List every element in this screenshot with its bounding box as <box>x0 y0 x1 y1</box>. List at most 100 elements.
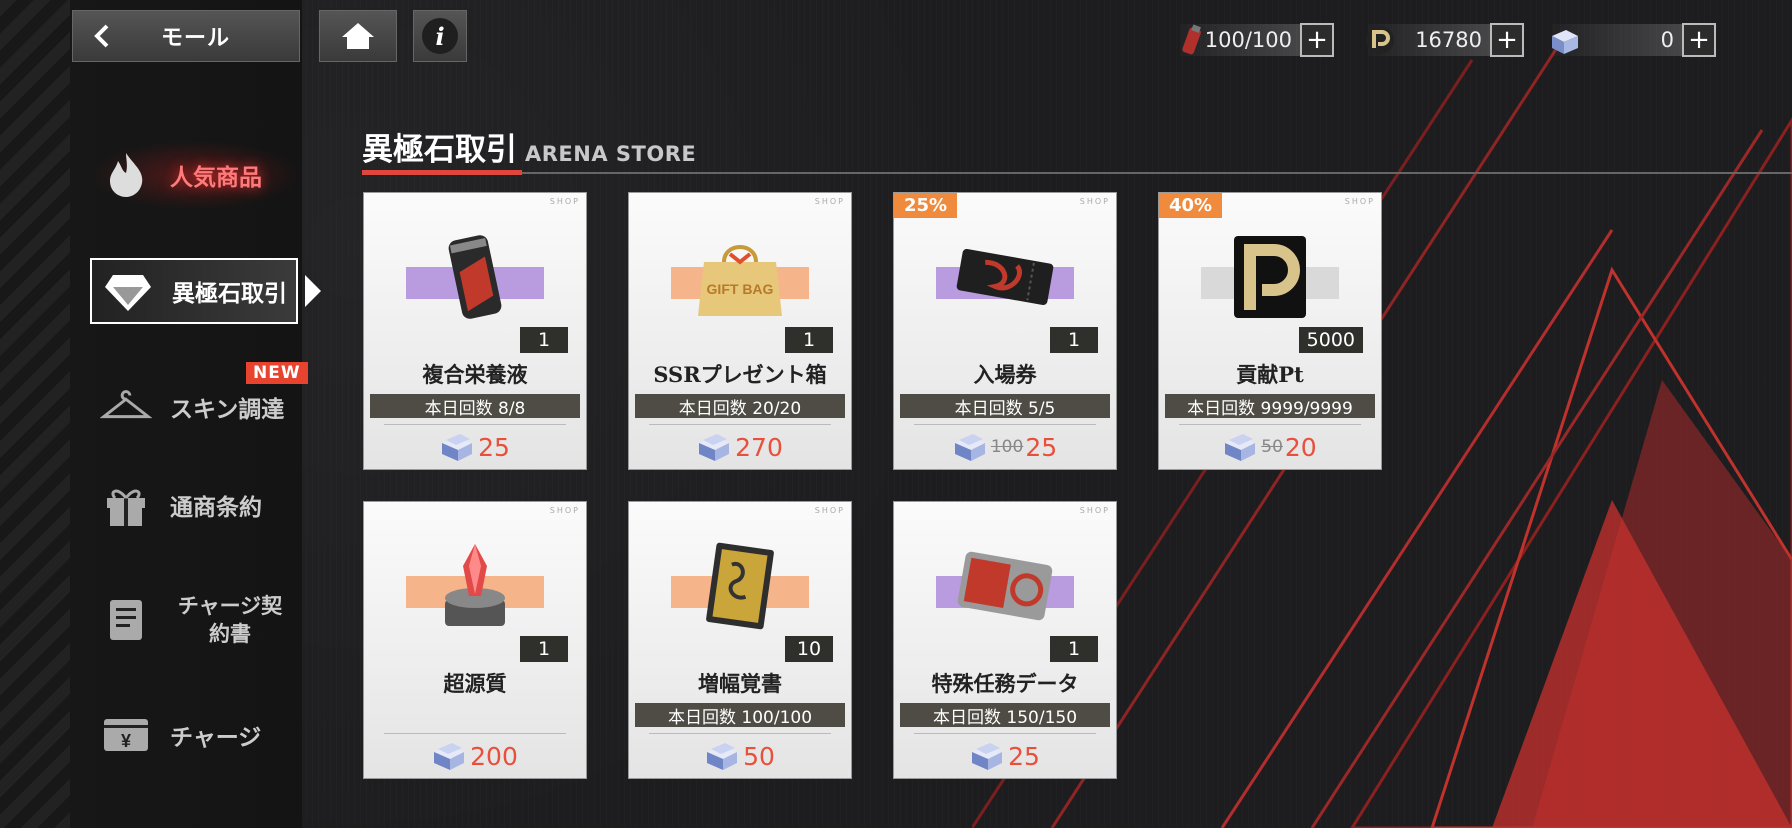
product-card[interactable]: SHOP 1 超源質 200 <box>364 502 586 778</box>
price-row: 25 <box>364 431 586 463</box>
shop-divider <box>649 424 831 425</box>
back-button[interactable]: モール <box>72 10 300 62</box>
add-stone-button[interactable]: + <box>1682 23 1716 57</box>
shop-watermark: SHOP <box>1079 197 1110 206</box>
info-icon: i <box>422 18 458 54</box>
sidebar-item-trade[interactable]: 通商条約 <box>90 470 300 540</box>
svg-text:¥: ¥ <box>121 731 131 751</box>
special-stone-icon <box>697 431 731 463</box>
contribution-pt-icon <box>1215 227 1325 327</box>
price-row: 50 <box>629 740 851 772</box>
product-name: 特殊任務データ <box>931 671 1079 696</box>
shop-watermark: SHOP <box>1344 197 1375 206</box>
shop-divider <box>1179 424 1361 425</box>
shop-divider <box>914 424 1096 425</box>
discount-badge: 40% <box>1159 193 1223 218</box>
price-row: 25 <box>894 740 1116 772</box>
ticket-icon <box>950 227 1060 327</box>
add-pt-button[interactable]: + <box>1490 23 1524 57</box>
price-value: 270 <box>735 432 783 462</box>
purchase-limit: 本日回数 100/100 <box>635 703 845 728</box>
sidebar-item-skin[interactable]: スキン調達 <box>90 372 300 442</box>
price-value: 25 <box>1008 741 1040 771</box>
data-chip-icon <box>950 536 1060 636</box>
product-name: 貢献Pt <box>1236 362 1304 387</box>
price-row: 100 25 <box>894 431 1116 463</box>
shop-watermark: SHOP <box>549 197 580 206</box>
special-stone-icon <box>432 740 466 772</box>
gift-icon <box>100 479 152 531</box>
special-stone-icon <box>705 740 739 772</box>
special-stone-icon <box>1223 431 1257 463</box>
memo-book-icon <box>685 536 795 636</box>
canned-drink-icon <box>420 227 530 327</box>
store-title-jp: 異極石取引 <box>362 132 517 168</box>
product-name: 超源質 <box>443 671 507 696</box>
product-card[interactable]: SHOP 40% 5000 貢献Pt 本日回数 9999/9999 50 20 <box>1159 193 1381 469</box>
product-card[interactable]: SHOP 25% 1 入場券 本日回数 5/5 100 25 <box>894 193 1116 469</box>
product-name: SSRプレゼント箱 <box>653 362 827 387</box>
original-price: 100 <box>990 437 1024 457</box>
price-value: 50 <box>743 741 775 771</box>
resource-pt: 16780 + <box>1366 22 1524 58</box>
quantity-label: 5000 <box>1298 327 1363 353</box>
active-indicator-arrow <box>305 275 321 307</box>
shop-watermark: SHOP <box>814 506 845 515</box>
home-button[interactable] <box>319 10 397 62</box>
sidebar-item-popular[interactable]: 人気商品 <box>90 140 300 210</box>
quantity-label: 1 <box>785 327 833 353</box>
gift-bag-icon: GIFT BAG <box>685 227 795 327</box>
sidebar-item-charge-contract[interactable]: チャージ契約書 <box>90 585 300 655</box>
product-name: 複合栄養液 <box>422 362 528 387</box>
shop-divider <box>384 424 566 425</box>
shop-watermark: SHOP <box>549 506 580 515</box>
back-arrow-icon <box>83 16 123 56</box>
shop-watermark: SHOP <box>814 197 845 206</box>
quantity-label: 1 <box>520 636 568 662</box>
energy-canister-icon <box>1174 22 1210 58</box>
sidebar-item-label: チャージ <box>170 724 262 751</box>
resource-energy: 100/100 + <box>1180 22 1334 58</box>
document-icon <box>100 594 152 646</box>
shop-watermark: SHOP <box>1079 506 1110 515</box>
contribution-pt-icon <box>1362 22 1398 58</box>
product-card[interactable]: SHOP 1 特殊任務データ 本日回数 150/150 25 <box>894 502 1116 778</box>
product-card[interactable]: SHOP GIFT BAG 1 SSRプレゼント箱 本日回数 20/20 270 <box>629 193 851 469</box>
title-accent-bar <box>362 170 522 175</box>
purchase-limit: 本日回数 8/8 <box>370 394 580 419</box>
sidebar-item-label: スキン調達 <box>170 396 285 423</box>
special-stone-icon <box>953 431 987 463</box>
resource-stone: 0 + <box>1552 22 1716 58</box>
info-button[interactable]: i <box>413 10 467 62</box>
sidebar-item-label: 通商条約 <box>170 494 262 521</box>
purchase-limit: 本日回数 150/150 <box>900 703 1110 728</box>
quantity-label: 10 <box>785 636 833 662</box>
product-card[interactable]: SHOP 10 増幅覚書本日回数 100/100 50 <box>629 502 851 778</box>
product-name: 増幅覚書 <box>698 671 782 696</box>
svg-text:GIFT BAG: GIFT BAG <box>707 281 774 297</box>
sidebar-item-arena-store[interactable]: 異極石取引 <box>90 258 298 324</box>
special-stone-icon <box>970 740 1004 772</box>
special-stone-icon <box>1546 22 1582 58</box>
price-value: 25 <box>1025 432 1058 462</box>
purchase-limit: 本日回数 20/20 <box>635 394 845 419</box>
sidebar-item-label: チャージ契約書 <box>177 593 283 646</box>
purchase-limit: 本日回数 5/5 <box>900 394 1110 419</box>
price-row: 50 20 <box>1159 431 1381 463</box>
store-title-en: ARENA STORE <box>525 142 697 166</box>
sidebar-item-charge[interactable]: ¥ チャージ <box>90 700 300 770</box>
price-value: 200 <box>470 741 518 771</box>
price-value: 20 <box>1284 432 1317 462</box>
hanger-icon <box>100 381 152 433</box>
price-row: 200 <box>364 740 586 772</box>
crystal-device-icon <box>420 536 530 636</box>
add-energy-button[interactable]: + <box>1300 23 1334 57</box>
purchase-limit: 本日回数 9999/9999 <box>1165 394 1375 419</box>
product-card[interactable]: SHOP 1 複合栄養液 本日回数 8/8 25 <box>364 193 586 469</box>
shop-divider <box>914 733 1096 734</box>
title-divider <box>362 172 1792 174</box>
shop-divider <box>384 733 566 734</box>
back-label: モール <box>161 26 231 51</box>
sidebar-item-label: 人気商品 <box>170 164 262 191</box>
price-row: 270 <box>629 431 851 463</box>
